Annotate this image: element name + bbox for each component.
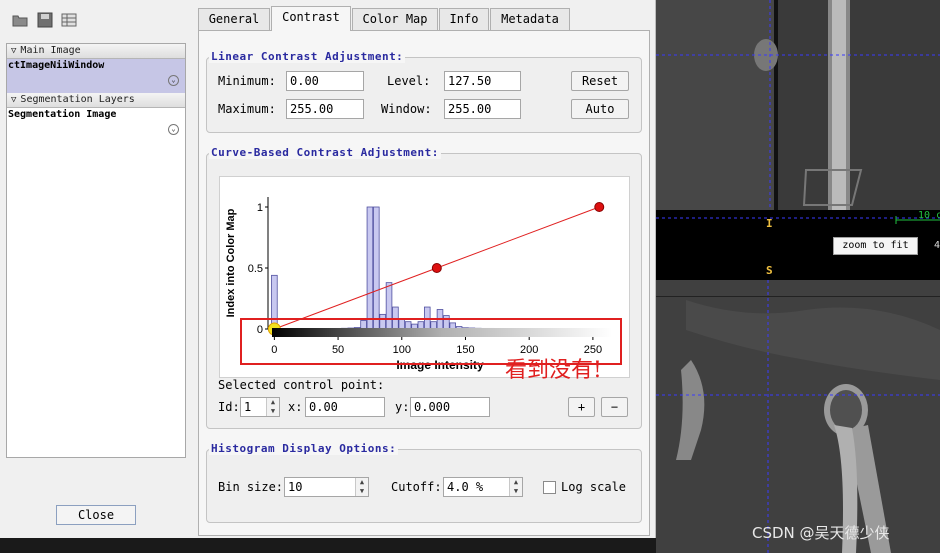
reset-button[interactable]: Reset (571, 71, 629, 91)
id-value: 1 (244, 400, 252, 414)
segmentation-item[interactable]: Segmentation Image ⌄ (7, 108, 185, 142)
main-image-name: ctImageNiiWindow (8, 60, 105, 71)
histogram-bar (373, 206, 380, 330)
log-scale-checkbox[interactable] (543, 481, 556, 494)
y-label: y: (395, 400, 410, 414)
close-button[interactable]: Close (56, 505, 136, 525)
spin-arrows-icon[interactable]: ▲ ▼ (266, 398, 279, 416)
tab-metadata[interactable]: Metadata (490, 8, 570, 30)
segmentation-layers-header[interactable]: ▽ Segmentation Layers (7, 93, 185, 108)
spin-arrows-icon[interactable]: ▲ ▼ (509, 478, 522, 496)
curve-contrast-title: Curve-Based Contrast Adjustment: (209, 146, 441, 159)
cutoff-value: 4.0 % (447, 480, 484, 494)
id-label: Id: (218, 400, 240, 414)
main-image-item[interactable]: ctImageNiiWindow ⌄ (7, 59, 185, 93)
remove-point-button[interactable]: − (601, 397, 628, 417)
slice-viewer-top[interactable]: I 10 c (656, 0, 940, 232)
collapse-triangle-icon[interactable]: ▽ (11, 95, 16, 105)
bin-size-label: Bin size: (218, 480, 284, 494)
open-folder-icon[interactable] (12, 12, 28, 28)
curve-contrast-group: Curve-Based Contrast Adjustment: 0 0.5 1 0 5… (206, 146, 642, 429)
zoom-to-fit-button[interactable]: zoom to fit (833, 237, 918, 255)
histogram-options-group: Histogram Display Options: Bin size: 10 … (206, 442, 642, 523)
minimum-field[interactable]: 0.00 (286, 71, 364, 91)
segmentation-name: Segmentation Image (8, 109, 117, 120)
ct-slice-bottom-image (656, 280, 940, 553)
add-point-button[interactable]: + (568, 397, 595, 417)
save-icon[interactable] (37, 12, 53, 28)
y-axis-label: Index into Color Map (225, 208, 237, 317)
csdn-watermark: CSDN @吴天德少侠 (752, 524, 890, 542)
selected-point-label: Selected control point: (218, 378, 385, 392)
level-label: Level: (387, 74, 431, 88)
linear-contrast-title: Linear Contrast Adjustment: (209, 50, 406, 63)
bin-size-value: 10 (288, 480, 303, 494)
spin-arrows-icon[interactable]: ▲ ▼ (355, 478, 368, 496)
y-tick-label: 0.5 (248, 263, 263, 275)
histogram-options-title: Histogram Display Options: (209, 442, 399, 455)
chevron-down-icon[interactable]: ⌄ (168, 124, 179, 135)
minimum-label: Minimum: (218, 74, 276, 88)
main-image-header[interactable]: ▽ Main Image (7, 44, 185, 59)
id-spinbox[interactable]: 1 ▲ ▼ (240, 397, 280, 417)
partial-label: 4 (934, 240, 940, 251)
cutoff-label: Cutoff: (391, 480, 442, 494)
table-icon[interactable] (61, 12, 77, 28)
orientation-label-s: S (766, 264, 773, 277)
maximum-label: Maximum: (218, 102, 276, 116)
control-point-2 (431, 263, 442, 273)
cutoff-spinbox[interactable]: 4.0 % ▲ ▼ (443, 477, 523, 497)
maximum-field[interactable]: 255.00 (286, 99, 364, 119)
tab-general[interactable]: General (198, 8, 270, 30)
histogram-bar (366, 206, 374, 330)
x-field[interactable]: 0.00 (305, 397, 385, 417)
dialog-bottom-strip (0, 538, 656, 553)
collapse-triangle-icon[interactable]: ▽ (11, 46, 16, 56)
contrast-tab-page: Linear Contrast Adjustment: Minimum: 0.0… (198, 30, 650, 536)
auto-button[interactable]: Auto (571, 99, 629, 119)
y-field[interactable]: 0.000 (410, 397, 490, 417)
level-field[interactable]: 127.50 (444, 71, 521, 91)
scale-bar-label: 10 c (918, 210, 940, 221)
tab-color-map[interactable]: Color Map (352, 8, 438, 30)
chevron-down-icon[interactable]: ⌄ (168, 75, 179, 86)
y-tick-label: 1 (257, 202, 263, 214)
image-properties-dialog: ▽ Main Image ctImageNiiWindow ⌄ ▽ Segmenta… (0, 0, 656, 538)
ct-slice-top-image (656, 0, 940, 224)
x-label: x: (288, 400, 303, 414)
slice-viewer-bottom[interactable]: S (656, 260, 940, 553)
control-point-3 (594, 202, 605, 212)
log-scale-label: Log scale (561, 480, 627, 494)
annotation-text: 看到没有! (505, 358, 602, 383)
orientation-label-i: I (766, 217, 773, 230)
tab-contrast[interactable]: Contrast (271, 6, 351, 31)
tab-info[interactable]: Info (439, 8, 489, 30)
linear-contrast-group: Linear Contrast Adjustment: Minimum: 0.0… (206, 50, 642, 133)
window-label: Window: (381, 102, 432, 116)
bin-size-spinbox[interactable]: 10 ▲ ▼ (284, 477, 369, 497)
layer-list-panel: ▽ Main Image ctImageNiiWindow ⌄ ▽ Segmenta… (6, 43, 186, 458)
window-field[interactable]: 255.00 (444, 99, 521, 119)
